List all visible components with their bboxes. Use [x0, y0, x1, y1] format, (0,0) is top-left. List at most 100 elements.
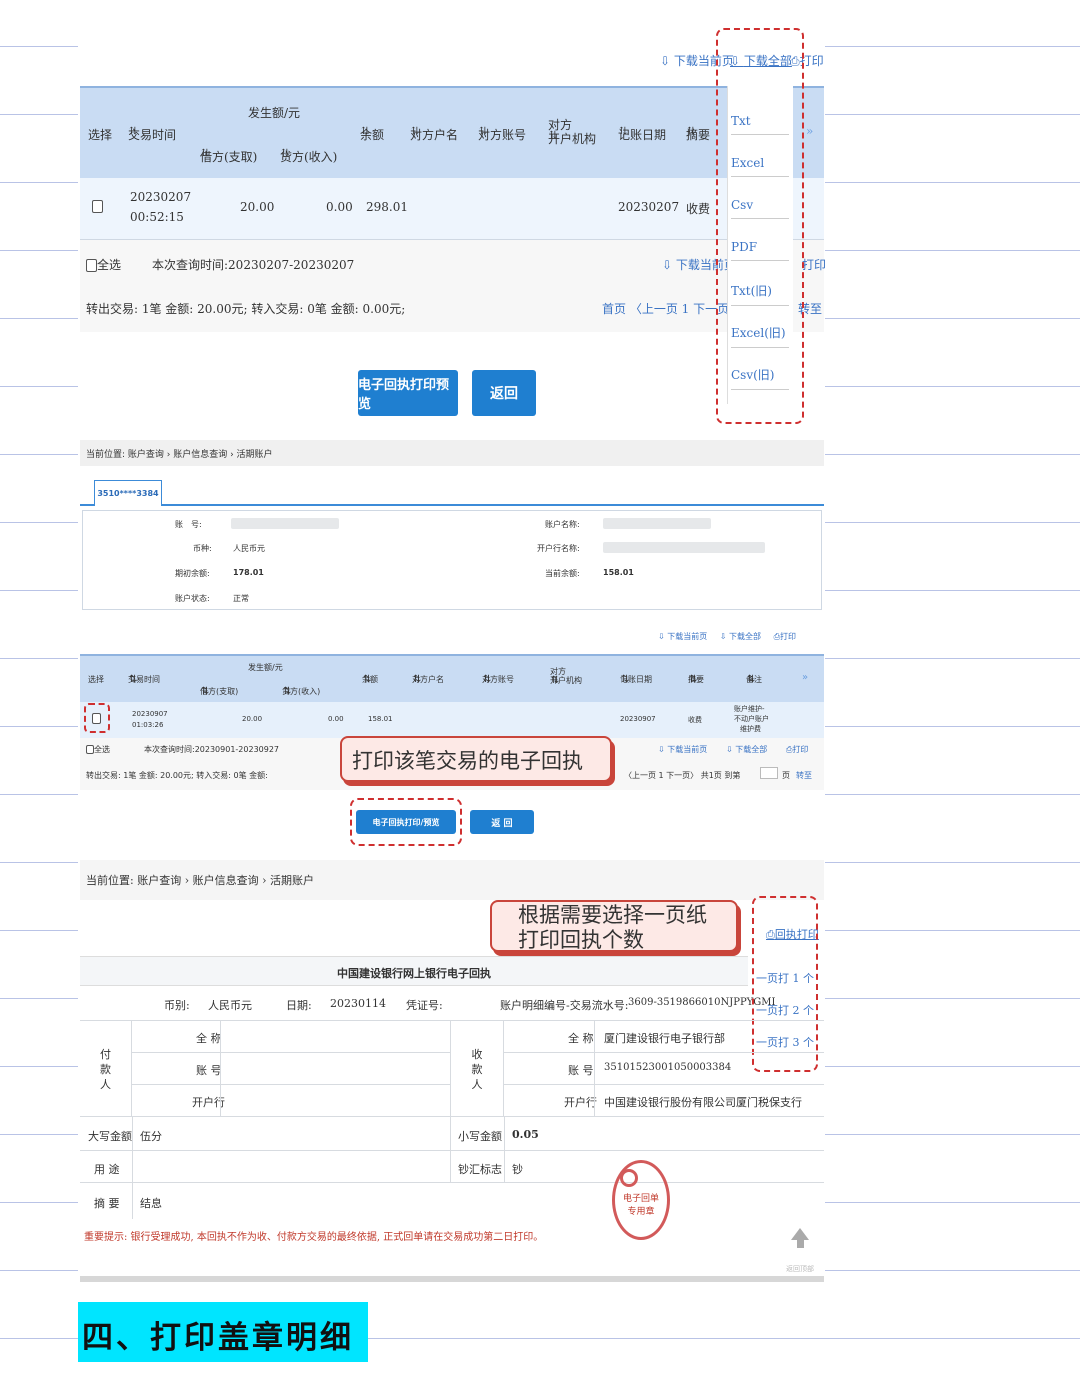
sort-icon: ⇅ — [129, 126, 138, 137]
download-current-label: 下载当前页 — [667, 632, 708, 641]
breadcrumb-2: 当前位置: 账户查询 › 账户信息查询 › 活期账户 — [80, 860, 824, 900]
sort-icon: ⇅ — [413, 674, 422, 685]
jump-button[interactable]: 转至 — [796, 770, 812, 781]
dropdown-highlight — [716, 28, 804, 424]
voucher-label: 凭证号: — [406, 999, 443, 1012]
arrow-up-icon — [791, 1228, 809, 1240]
bank-seal: 电子回单 专用章 — [612, 1160, 670, 1240]
download-current-link-3[interactable]: ⇩ 下载当前页 — [658, 632, 707, 641]
annotation-pages-line2: 打印回执个数 — [518, 928, 644, 952]
serial-label: 账户明细编号-交易流水号: — [500, 999, 629, 1012]
payee-bank-row: 开户行 中国建设银行股份有限公司厦门税保支行 — [504, 1085, 824, 1117]
sort-icon: ⇅ — [687, 126, 696, 137]
currency-label: 币种: — [193, 544, 212, 553]
receipt-table: 付款人 全 称 账 号 开户行 收款人 全 称 厦门建设银行电子银行部 账 号 … — [80, 1020, 824, 1219]
divider — [594, 1021, 595, 1117]
sort-icon: ⇅ — [363, 674, 372, 685]
payee-account-label: 账 号 — [568, 1064, 594, 1077]
back-to-top-button[interactable] — [788, 1226, 812, 1256]
payer-name-row: 全 称 — [132, 1021, 450, 1053]
receipt-title: 中国建设银行网上银行电子回执 — [80, 956, 748, 986]
divider — [504, 1117, 505, 1183]
col-amount-group: 发生额/元 — [248, 106, 301, 120]
row-remark-line2: 不动户账户 — [734, 715, 769, 723]
page-input[interactable] — [760, 767, 778, 779]
payee-bank-value: 中国建设银行股份有限公司厦门税保支行 — [604, 1096, 802, 1109]
page-unit: 页 — [782, 771, 790, 780]
sort-icon: ⇅ — [129, 674, 138, 685]
payer-account-label: 账 号 — [196, 1064, 222, 1077]
select-all-label: 全选 — [97, 258, 122, 272]
tab-account[interactable]: 3510****3384 — [94, 480, 162, 506]
receipt-preview-button[interactable]: 电子回执打印预览 — [358, 370, 458, 416]
row-debit: 20.00 — [240, 200, 275, 214]
back-button[interactable]: 返回 — [472, 370, 536, 416]
payer-name-label: 全 称 — [196, 1032, 222, 1045]
horizontal-scrollbar[interactable] — [80, 1276, 824, 1282]
date-label: 日期: — [286, 999, 312, 1012]
select-all-checkbox[interactable] — [86, 745, 94, 754]
select-all[interactable]: 全选 — [86, 256, 121, 273]
sort-icon: ⇅ — [551, 675, 560, 686]
payee-name-value: 厦门建设银行电子银行部 — [604, 1032, 725, 1045]
opening-balance-value: 178.01 — [233, 568, 264, 577]
purpose-label: 用 途 — [94, 1163, 120, 1176]
sort-icon: ⇅ — [283, 686, 292, 697]
print-link-3[interactable]: ⎙打印 — [774, 632, 796, 641]
current-balance-value: 158.01 — [603, 568, 634, 577]
seal-logo-icon — [620, 1169, 638, 1187]
tab-underline — [80, 504, 824, 506]
col-select: 选择 — [88, 128, 113, 142]
download-all-link-4[interactable]: ⇩ 下载全部 — [726, 744, 767, 755]
preview-button-highlight — [350, 798, 462, 846]
sort-icon: ⇅ — [621, 674, 630, 685]
more-columns-icon[interactable]: » — [806, 124, 813, 138]
select-all-checkbox[interactable] — [86, 259, 97, 272]
divider — [132, 1117, 133, 1219]
select-all[interactable]: 全选 — [86, 744, 110, 755]
current-balance-label: 当前余额: — [545, 569, 580, 578]
row-time: 00:52:15 — [130, 210, 184, 224]
section-heading: 四、打印盖章明细 — [78, 1302, 368, 1362]
sort-icon: ⇅ — [479, 126, 488, 137]
download-all-label: 下载全部 — [735, 745, 768, 754]
opening-balance-label: 期初余额: — [175, 569, 210, 578]
download-all-link-3[interactable]: ⇩ 下载全部 — [720, 632, 761, 641]
row-balance: 298.01 — [366, 200, 408, 214]
row-checkbox[interactable] — [92, 200, 103, 213]
account-label: 账 号: — [175, 520, 202, 529]
row-remark-line3: 维护费 — [740, 725, 761, 733]
amount-value: 0.05 — [512, 1128, 539, 1141]
serial-value: 3609-3519866010NJPPYGMI — [628, 997, 776, 1008]
print-link-2[interactable]: 打印 — [802, 256, 826, 273]
amount-row: 大写金额 伍分 小写金额 0.05 — [80, 1117, 824, 1151]
seal-text-2: 专用章 — [627, 1207, 655, 1217]
sort-icon: ⇅ — [201, 148, 210, 159]
back-button-2[interactable]: 返 回 — [470, 810, 534, 834]
cash-label: 钞汇标志 — [458, 1163, 502, 1176]
print-link-4[interactable]: ⎙打印 — [786, 744, 808, 755]
download-current-link-4[interactable]: ⇩ 下载当前页 — [658, 744, 707, 755]
payee-name-row: 全 称 厦门建设银行电子银行部 — [504, 1021, 824, 1053]
summary-row: 摘 要 结息 — [80, 1183, 824, 1219]
sort-icon: ⇅ — [619, 126, 628, 137]
row-date: 20230207 — [130, 190, 192, 204]
currency-value: 人民币元 — [233, 544, 265, 553]
cash-value: 钞 — [512, 1163, 523, 1176]
sort-icon: ⇅ — [361, 126, 370, 137]
more-columns-icon[interactable]: » — [802, 672, 808, 683]
row-balance: 158.01 — [368, 715, 393, 723]
sort-icon: ⇅ — [483, 674, 492, 685]
print-label: 打印 — [780, 632, 796, 641]
purpose-row: 用 途 钞汇标志 钞 — [80, 1151, 824, 1183]
bank-name-redacted — [603, 542, 765, 553]
payee-account-row: 账 号 35101523001050003384 — [504, 1053, 824, 1085]
sort-icon: ⇅ — [281, 148, 290, 159]
query-period: 本次查询时间:20230901-20230927 — [144, 745, 280, 754]
pager[interactable]: 〈上一页 1 下一页〉 共1页 到第 — [624, 770, 740, 781]
print-label: 打印 — [792, 745, 809, 754]
breadcrumb: 当前位置: 账户查询 › 账户信息查询 › 活期账户 — [80, 440, 824, 466]
amount-cn-label: 大写金额 — [88, 1130, 132, 1143]
query-period: 本次查询时间:20230207-20230207 — [152, 258, 355, 272]
row-time: 01:03:26 — [132, 721, 164, 729]
